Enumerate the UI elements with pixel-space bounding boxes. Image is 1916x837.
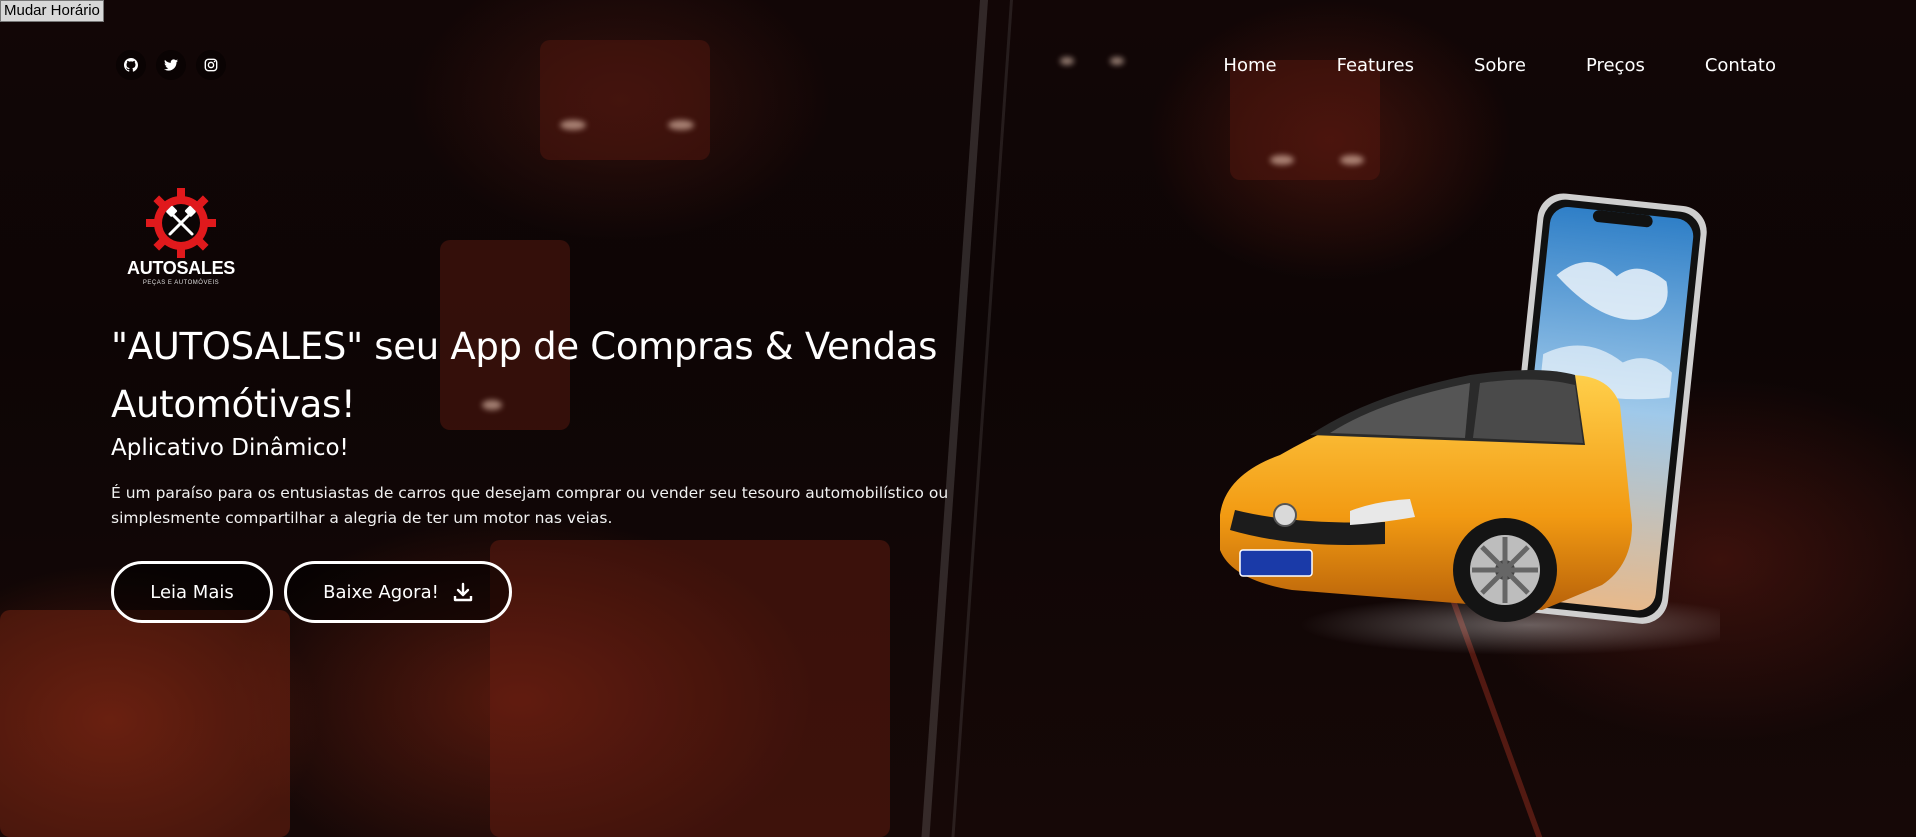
- nav-precos[interactable]: Preços: [1586, 54, 1645, 78]
- hero-subheadline: Aplicativo Dinâmico!: [111, 435, 349, 461]
- nav-home[interactable]: Home: [1223, 54, 1276, 78]
- hero-description: É um paraíso para os entusiastas de carr…: [111, 484, 949, 527]
- piston-gear-icon: [146, 188, 216, 258]
- github-icon[interactable]: [116, 50, 146, 80]
- download-label: Baixe Agora!: [323, 581, 439, 603]
- nav-features[interactable]: Features: [1337, 54, 1414, 78]
- download-button[interactable]: Baixe Agora!: [284, 561, 512, 623]
- logo-brand-text: AUTOSALES: [127, 258, 235, 278]
- nav-sobre[interactable]: Sobre: [1474, 54, 1526, 78]
- logo-tagline: PEÇAS E AUTOMÓVEIS: [142, 280, 220, 286]
- download-icon: [453, 582, 473, 602]
- social-links: [116, 50, 226, 80]
- nav-contato[interactable]: Contato: [1705, 54, 1776, 78]
- change-time-button[interactable]: Mudar Horário: [0, 0, 104, 22]
- read-more-label: Leia Mais: [150, 581, 234, 603]
- main-nav: Home Features Sobre Preços Contato: [1223, 54, 1776, 78]
- hero-headline: "AUTOSALES" seu App de Compras & Vendas …: [111, 325, 938, 426]
- phone-car-illustration: [1220, 193, 1720, 655]
- instagram-icon[interactable]: [196, 50, 226, 80]
- twitter-icon[interactable]: [156, 50, 186, 80]
- read-more-button[interactable]: Leia Mais: [111, 561, 273, 623]
- brand-logo[interactable]: AUTOSALES PEÇAS E AUTOMÓVEIS: [126, 188, 236, 294]
